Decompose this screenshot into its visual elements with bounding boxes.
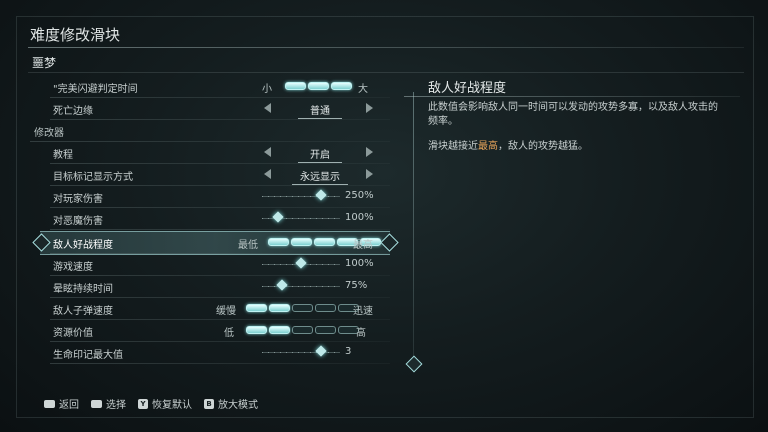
setting-stun-duration[interactable]: 晕眩持续时间 75% [40,276,390,298]
setting-projectile-speed[interactable]: 敌人子弹速度 缓慢 迅速 [40,298,390,320]
slider-knob[interactable] [314,189,327,201]
bar-segment [269,304,290,312]
bar-max-label: 迅速 [353,306,373,317]
setting-label: 死亡边缘 [53,106,93,117]
slider-track[interactable] [262,196,340,197]
slider-knob[interactable] [275,279,288,291]
bar-segment [292,304,313,312]
arrow-left-icon[interactable] [264,169,271,179]
bar-segment [285,82,306,90]
b-button-icon: B [204,398,214,409]
page-title: 难度修改滑块 [30,26,121,44]
bar-segment [246,304,267,312]
section-label: 修改器 [34,128,64,139]
segment-bar[interactable] [246,304,359,312]
setting-label: 对玩家伤害 [53,194,103,205]
bar-min-label: 最低 [238,240,258,251]
bar-max-label: 大 [358,84,368,95]
prompt-reset-default[interactable]: Y 恢复默认 [138,396,192,411]
option-value: 开启 [298,146,342,163]
info-panel-divider [413,92,414,358]
section-modifiers: 修改器 [30,120,390,142]
slider-knob[interactable] [314,345,327,357]
difficulty-preset-label: 噩梦 [32,56,57,70]
back-button-icon [44,399,55,408]
prompt-select[interactable]: 选择 [91,396,126,411]
setting-enemy-aggression[interactable]: 敌人好战程度 最低 最高 [32,231,399,255]
setting-label: 敌人子弹速度 [53,306,113,317]
prompt-zoom-mode[interactable]: B 放大模式 [204,396,258,411]
bar-segment [315,326,336,334]
slider-track[interactable] [262,286,340,287]
arrow-right-icon[interactable] [366,103,373,113]
setting-perfect-dodge[interactable]: "完美闪避判定时间 小 大 [40,76,390,98]
slider-knob[interactable] [295,257,307,269]
slider-knob[interactable] [271,211,284,223]
setting-label: 敌人好战程度 [53,240,113,251]
bar-segment [331,82,352,90]
title-divider [28,47,744,48]
preset-divider [28,72,744,73]
bar-max-label: 最高 [353,240,373,251]
arrow-right-icon[interactable] [366,147,373,157]
option-value: 普通 [298,102,342,119]
setting-target-marker[interactable]: 目标标记显示方式 永远显示 [40,164,390,186]
setting-death-edge[interactable]: 死亡边缘 普通 [40,98,390,120]
setting-resource-value[interactable]: 资源价值 低 高 [40,320,390,342]
button-prompts: 返回 选择 Y 恢复默认 B 放大模式 [44,396,258,411]
info-note: 滑块越接近最高，敌人的攻势越猛。 [428,141,588,152]
slider-value: 250% [345,190,374,201]
setting-label: 资源价值 [53,328,93,339]
info-title: 敌人好战程度 [428,81,507,96]
option-value: 永远显示 [292,168,348,185]
setting-damage-to-player[interactable]: 对玩家伤害 250% [40,186,390,208]
select-button-icon [91,399,102,408]
setting-label: 对恶魔伤害 [53,216,103,227]
setting-tutorial[interactable]: 教程 开启 [40,142,390,164]
prompt-back[interactable]: 返回 [44,396,79,411]
bar-segment [314,238,335,246]
bar-segment [246,326,267,334]
bar-max-label: 高 [356,328,366,339]
info-title-divider [404,96,740,97]
slider-value: 100% [345,212,374,223]
segment-bar[interactable] [285,82,352,90]
arrow-left-icon[interactable] [264,147,271,157]
slider-value: 3 [345,346,352,357]
bar-min-label: 低 [224,328,234,339]
bar-min-label: 小 [262,84,272,95]
bar-segment [291,238,312,246]
bar-segment [268,238,289,246]
setting-label: 游戏速度 [53,262,93,273]
slider-track[interactable] [262,352,340,353]
setting-life-sigil-max[interactable]: 生命印记最大值 3 [40,342,390,364]
setting-label: 目标标记显示方式 [53,172,133,183]
bar-segment [269,326,290,334]
arrow-left-icon[interactable] [264,103,271,113]
slider-value: 100% [345,258,374,269]
bar-min-label: 缓慢 [216,306,236,317]
setting-damage-to-demons[interactable]: 对恶魔伤害 100% [40,208,390,230]
y-button-icon: Y [138,398,148,409]
segment-bar[interactable] [246,326,359,334]
setting-game-speed[interactable]: 游戏速度 100% [40,254,390,276]
setting-label: 晕眩持续时间 [53,284,113,295]
setting-label: 教程 [53,150,73,161]
setting-label: "完美闪避判定时间 [53,84,138,95]
info-description: 此数值会影响敌人同一时间可以发动的攻势多寡，以及敌人攻击的频率。 [428,102,718,127]
bar-segment [308,82,329,90]
bar-segment [315,304,336,312]
setting-label: 生命印记最大值 [53,350,123,361]
info-note-highlight: 最高 [478,141,498,152]
bar-segment [292,326,313,334]
slider-value: 75% [345,280,368,291]
arrow-right-icon[interactable] [366,169,373,179]
